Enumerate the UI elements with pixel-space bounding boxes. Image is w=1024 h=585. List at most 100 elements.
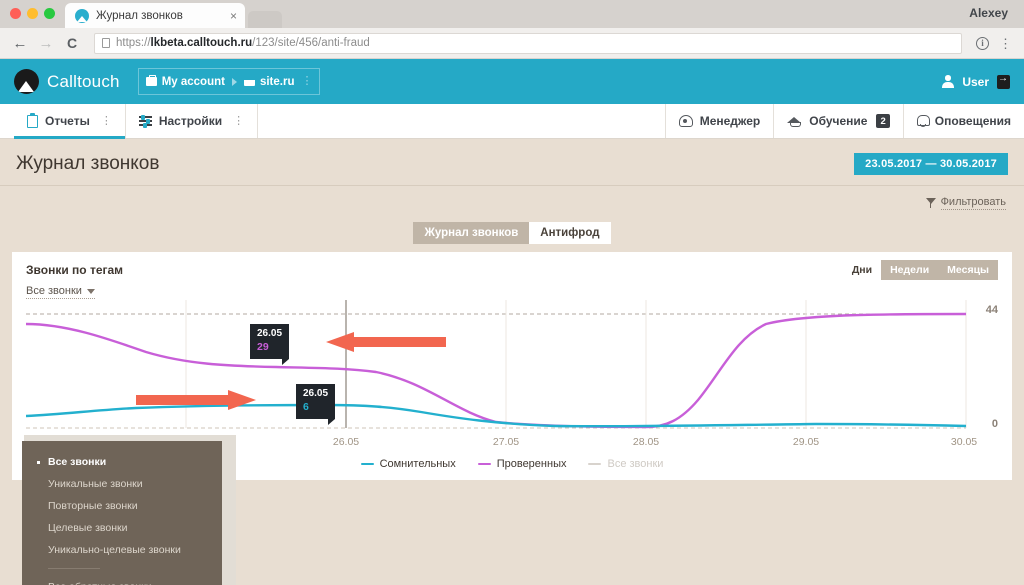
window-maximize-button[interactable] bbox=[44, 8, 55, 19]
dropdown-item-repeat-calls[interactable]: Повторные звонки bbox=[22, 495, 222, 517]
granularity-days[interactable]: Дни bbox=[842, 260, 882, 280]
close-icon[interactable]: × bbox=[222, 9, 237, 23]
legend-swatch-verified bbox=[477, 462, 491, 466]
url-host: lkbeta.calltouch.ru bbox=[150, 37, 253, 49]
annotation-arrow-left bbox=[326, 332, 446, 352]
page-info-icon[interactable] bbox=[102, 38, 110, 48]
legend-label-doubtful: Сомнительных bbox=[379, 458, 456, 470]
user-label[interactable]: User bbox=[962, 75, 989, 89]
page-title-row: Журнал звонков 23.05.2017 — 30.05.2017 bbox=[0, 139, 1024, 186]
browser-tab[interactable]: Журнал звонков × bbox=[65, 3, 245, 28]
new-tab-stub[interactable] bbox=[248, 11, 282, 28]
browser-profile-name[interactable]: Alexey bbox=[969, 6, 1008, 20]
x-tick-3005: 30.05 bbox=[950, 436, 978, 448]
app-nav-right: Менеджер Обучение 2 Оповещения bbox=[664, 104, 1024, 138]
tooltip-doubtful: 26.05 6 bbox=[296, 384, 336, 425]
nav-tab-reports-menu-icon[interactable]: ⋮ bbox=[101, 115, 112, 127]
date-range-picker[interactable]: 23.05.2017 — 30.05.2017 bbox=[854, 153, 1008, 175]
favicon-calltouch-icon bbox=[75, 8, 89, 23]
tooltip-doubtful-value: 6 bbox=[303, 400, 309, 413]
nav-tab-settings[interactable]: Настройки ⋮ bbox=[126, 104, 259, 138]
browser-tab-bar: Журнал звонков × Alexey bbox=[0, 0, 1024, 28]
breadcrumb-account[interactable]: My account bbox=[145, 74, 225, 88]
legend-swatch-doubtful bbox=[360, 462, 374, 466]
x-tick-2905: 29.05 bbox=[792, 436, 820, 448]
page-title: Журнал звонков bbox=[16, 153, 160, 174]
app-header: Calltouch My account site.ru ⋮ User bbox=[0, 59, 1024, 104]
app-nav: Отчеты ⋮ Настройки ⋮ Менеджер Обучение 2… bbox=[0, 104, 1024, 139]
legend-item-all-calls[interactable]: Все звонки bbox=[588, 458, 663, 470]
tag-filter-dropdown[interactable]: Все звонки Уникальные звонки Повторные з… bbox=[22, 441, 222, 585]
nav-tab-reports[interactable]: Отчеты ⋮ bbox=[14, 104, 126, 139]
site-label: site.ru bbox=[259, 75, 295, 88]
logout-icon[interactable] bbox=[997, 73, 1010, 89]
graduation-cap-icon bbox=[787, 116, 802, 127]
info-circle-icon[interactable]: i bbox=[976, 36, 989, 50]
address-bar[interactable]: https://lkbeta.calltouch.ru/123/site/456… bbox=[94, 32, 962, 54]
dropdown-item-target-calls[interactable]: Целевые звонки bbox=[22, 517, 222, 539]
url-path: /123/site/456/anti-fraud bbox=[252, 37, 370, 49]
brand-logo[interactable]: Calltouch bbox=[14, 69, 120, 94]
nav-tab-notifications[interactable]: Оповещения bbox=[902, 104, 1024, 138]
page-body: Журнал звонков 23.05.2017 — 30.05.2017 Ф… bbox=[0, 139, 1024, 585]
filter-link[interactable]: Фильтровать bbox=[940, 196, 1006, 210]
y-axis-label-max: 44 bbox=[985, 304, 998, 316]
granularity-months[interactable]: Месяцы bbox=[938, 260, 998, 280]
dropdown-item-all-callbacks[interactable]: Все обратные звонки bbox=[22, 576, 222, 585]
account-breadcrumb[interactable]: My account site.ru ⋮ bbox=[137, 68, 321, 95]
nav-tab-training-label: Обучение bbox=[809, 114, 868, 128]
window-minimize-button[interactable] bbox=[27, 8, 38, 19]
granularity-weeks[interactable]: Недели bbox=[881, 260, 939, 280]
back-icon[interactable]: ← bbox=[12, 36, 28, 51]
brand-name: Calltouch bbox=[47, 71, 120, 91]
legend-label-verified: Проверенных bbox=[496, 458, 567, 470]
series-line-verified bbox=[26, 312, 967, 429]
tag-filter-value: Все звонки bbox=[26, 285, 82, 297]
address-bar-url: https://lkbeta.calltouch.ru/123/site/456… bbox=[116, 37, 370, 49]
nav-tab-manager[interactable]: Менеджер bbox=[664, 104, 774, 138]
account-label: My account bbox=[161, 75, 225, 88]
x-tick-2705: 27.05 bbox=[492, 436, 520, 448]
breadcrumb-site[interactable]: site.ru bbox=[243, 75, 295, 88]
legend-label-all-calls: Все звонки bbox=[607, 458, 664, 470]
chart-plot-area[interactable]: 44 0 25.05 26.05 27.05 28.05 29.05 30.05… bbox=[26, 300, 998, 470]
x-tick-2805: 28.05 bbox=[632, 436, 660, 448]
subtabs: Журнал звонков Антифрод bbox=[0, 222, 1024, 244]
subtab-call-log[interactable]: Журнал звонков bbox=[413, 222, 530, 244]
nav-tab-settings-menu-icon[interactable]: ⋮ bbox=[233, 115, 244, 127]
dropdown-item-unique-target-calls[interactable]: Уникально-целевые звонки bbox=[22, 539, 222, 561]
nav-tab-manager-label: Менеджер bbox=[699, 114, 761, 128]
tooltip-doubtful-date: 26.05 bbox=[303, 388, 329, 399]
tooltip-verified: 26.05 29 bbox=[250, 324, 290, 365]
nav-tab-training[interactable]: Обучение 2 bbox=[773, 104, 903, 138]
dropdown-item-unique-calls[interactable]: Уникальные звонки bbox=[22, 473, 222, 495]
window-traffic-lights bbox=[0, 8, 55, 28]
bell-icon bbox=[916, 115, 930, 127]
nav-tab-settings-label: Настройки bbox=[158, 114, 223, 128]
tooltip-verified-value: 29 bbox=[257, 340, 269, 353]
calltouch-logo-icon bbox=[14, 69, 39, 94]
browser-menu-icon[interactable]: ⋮ bbox=[999, 37, 1012, 50]
headset-icon bbox=[678, 115, 693, 127]
dropdown-item-all-calls[interactable]: Все звонки bbox=[22, 451, 222, 473]
window-close-button[interactable] bbox=[10, 8, 21, 19]
annotation-arrow-right bbox=[136, 390, 256, 410]
user-icon bbox=[941, 75, 954, 88]
tag-filter-select[interactable]: Все звонки bbox=[26, 285, 95, 299]
chevron-down-icon bbox=[86, 288, 95, 294]
legend-item-doubtful[interactable]: Сомнительных bbox=[360, 458, 456, 470]
subtab-antifraud[interactable]: Антифрод bbox=[529, 222, 611, 244]
account-menu-icon[interactable]: ⋮ bbox=[301, 76, 312, 87]
browser-tab-title: Журнал звонков bbox=[96, 9, 183, 22]
clipboard-icon bbox=[27, 112, 38, 128]
legend-item-verified[interactable]: Проверенных bbox=[477, 458, 567, 470]
forward-icon[interactable]: → bbox=[38, 36, 54, 51]
reload-icon[interactable]: C bbox=[64, 36, 80, 50]
dropdown-separator bbox=[48, 568, 100, 569]
window-icon bbox=[243, 77, 255, 86]
granularity-toggle: Дни Недели Месяцы bbox=[842, 260, 998, 280]
legend-swatch-all-calls bbox=[588, 462, 602, 466]
nav-tab-reports-label: Отчеты bbox=[45, 114, 90, 128]
sliders-icon bbox=[138, 114, 152, 128]
x-tick-2605: 26.05 bbox=[332, 436, 360, 448]
